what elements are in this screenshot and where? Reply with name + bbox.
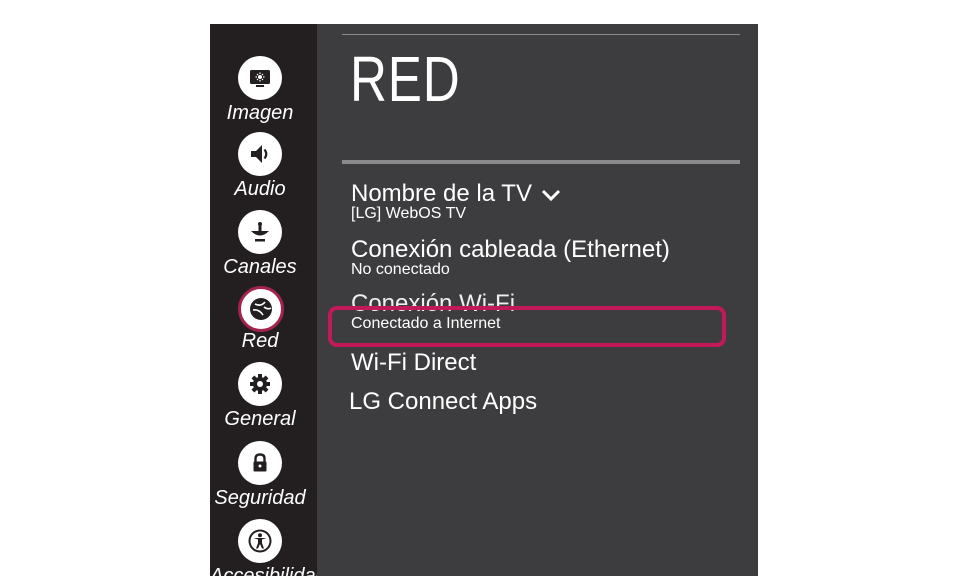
menu-item-wifi-direct[interactable]: Wi-Fi Direct <box>351 349 476 377</box>
menu-item-label: Conexión cableada (Ethernet) <box>351 236 670 263</box>
menu-item-tv-name[interactable]: Nombre de la TV [LG] WebOS TV <box>351 180 561 223</box>
lock-icon <box>238 441 282 485</box>
category-label: General <box>224 408 296 430</box>
picture-icon <box>238 56 282 100</box>
globe-icon <box>238 286 284 332</box>
accessibility-icon <box>238 519 282 563</box>
menu-item-lg-connect-apps[interactable]: LG Connect Apps <box>349 388 537 416</box>
gear-icon <box>238 362 282 406</box>
page-title: RED <box>350 43 461 115</box>
selection-highlight <box>328 306 726 347</box>
top-divider <box>342 34 740 35</box>
category-label: Imagen <box>226 102 294 124</box>
title-divider <box>342 160 740 164</box>
category-label: Red <box>241 330 279 352</box>
category-label: Seguridad <box>214 487 306 509</box>
menu-item-ethernet[interactable]: Conexión cableada (Ethernet) No conectad… <box>351 236 670 279</box>
menu-item-label: LG Connect Apps <box>349 388 538 415</box>
antenna-icon <box>238 210 282 254</box>
speaker-icon <box>238 132 282 176</box>
category-label: Audio <box>234 178 286 200</box>
network-settings-panel: RED Nombre de la TV [LG] WebOS TV Conexi… <box>317 24 758 576</box>
menu-item-label: Wi-Fi Direct <box>351 349 477 376</box>
chevron-down-icon <box>541 189 560 201</box>
category-label: Accesibilidad <box>210 565 317 576</box>
category-label: Canales <box>223 256 297 278</box>
settings-category-sidebar: Imagen Audio Canales Red General Segurid… <box>210 24 317 576</box>
menu-item-label: Nombre de la TV <box>351 180 532 207</box>
